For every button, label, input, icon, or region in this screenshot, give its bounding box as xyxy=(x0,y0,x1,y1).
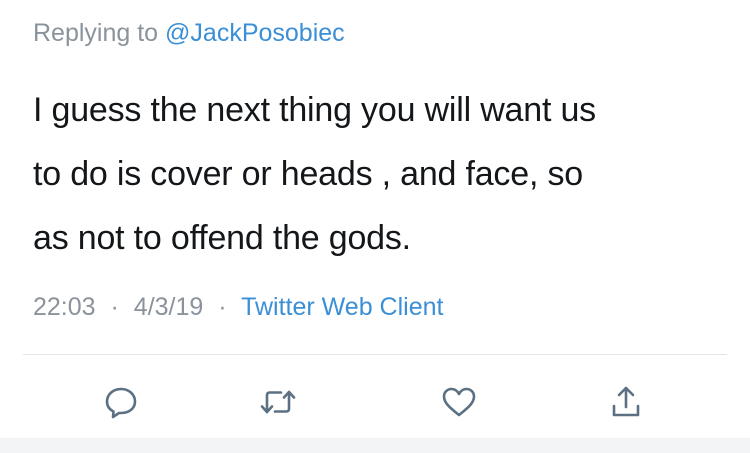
reply-handle-link[interactable]: @JackPosobiec xyxy=(165,19,345,47)
share-icon xyxy=(609,384,643,420)
share-button[interactable] xyxy=(604,380,648,424)
tweet-client-link[interactable]: Twitter Web Client xyxy=(241,293,443,321)
reply-button[interactable] xyxy=(99,380,143,424)
tweet-text: I guess the next thing you will want us … xyxy=(33,78,723,270)
tweet-date: 4/3/19 xyxy=(133,293,204,321)
replying-to-line: Replying to @JackPosobiec xyxy=(33,16,345,50)
tweet-text-line: as not to offend the gods. xyxy=(33,219,411,257)
tweet-actions-bar xyxy=(0,374,750,430)
divider xyxy=(23,354,727,355)
like-button[interactable] xyxy=(437,380,481,424)
meta-separator: · xyxy=(218,293,227,321)
bottom-separator-strip xyxy=(0,438,750,453)
meta-separator: · xyxy=(110,293,119,321)
tweet-text-line: to do is cover or heads , and face, so xyxy=(33,155,583,193)
replying-to-label: Replying to xyxy=(33,19,159,47)
reply-bubble-icon xyxy=(104,385,138,419)
tweet-detail: Replying to @JackPosobiec I guess the ne… xyxy=(0,0,750,453)
retweet-button[interactable] xyxy=(256,380,300,424)
tweet-metadata: 22:03 · 4/3/19 · Twitter Web Client xyxy=(33,290,443,324)
retweet-icon xyxy=(258,385,298,419)
heart-icon xyxy=(441,385,477,419)
tweet-text-line: I guess the next thing you will want us xyxy=(33,91,596,129)
tweet-time: 22:03 xyxy=(33,293,96,321)
